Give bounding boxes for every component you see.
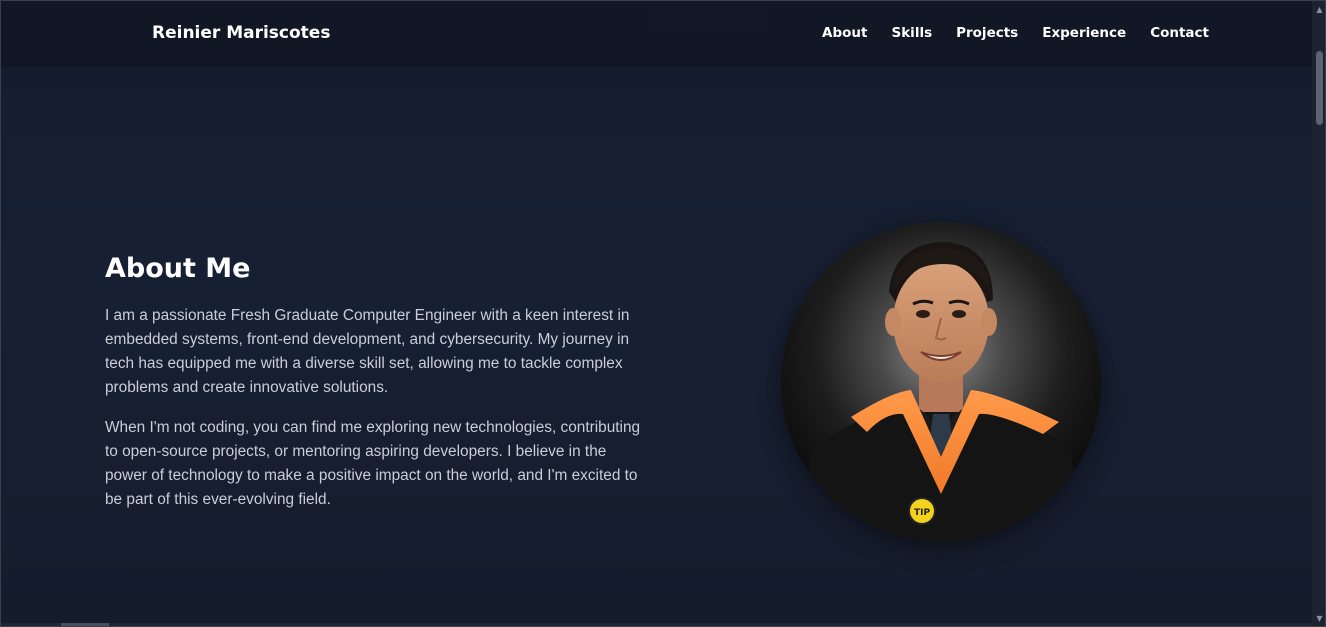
nav-link-about[interactable]: About bbox=[822, 25, 867, 41]
vertical-scrollbar[interactable]: ▲ ▼ bbox=[1312, 1, 1325, 626]
chevron-up-icon[interactable]: ▲ bbox=[1312, 3, 1325, 17]
about-paragraph-1: I am a passionate Fresh Graduate Compute… bbox=[105, 307, 630, 396]
main-nav: About Skills Projects Experience Contact bbox=[822, 25, 1209, 41]
site-name[interactable]: Reinier Mariscotes bbox=[152, 23, 330, 43]
nav-link-contact[interactable]: Contact bbox=[1150, 25, 1209, 41]
portfolio-page: Reinier Mariscotes About Skills Projects… bbox=[0, 0, 1326, 627]
logo-icon[interactable] bbox=[105, 25, 145, 45]
nav-link-experience[interactable]: Experience bbox=[1042, 25, 1126, 41]
scrollbar-thumb[interactable] bbox=[1316, 51, 1323, 125]
about-heading: About Me bbox=[105, 253, 251, 284]
graduation-portrait-image: TIP bbox=[781, 222, 1101, 542]
chevron-down-icon[interactable]: ▼ bbox=[1312, 612, 1325, 626]
nav-link-projects[interactable]: Projects bbox=[956, 25, 1018, 41]
profile-photo: TIP bbox=[781, 222, 1101, 542]
horizontal-scrollbar[interactable] bbox=[1, 623, 1312, 626]
about-paragraph-2: When I'm not coding, you can find me exp… bbox=[105, 419, 641, 508]
tip-badge-text: TIP bbox=[914, 508, 930, 518]
nav-link-skills[interactable]: Skills bbox=[891, 25, 932, 41]
horizontal-scrollbar-thumb[interactable] bbox=[61, 623, 109, 626]
site-header: Reinier Mariscotes About Skills Projects… bbox=[1, 1, 1312, 67]
